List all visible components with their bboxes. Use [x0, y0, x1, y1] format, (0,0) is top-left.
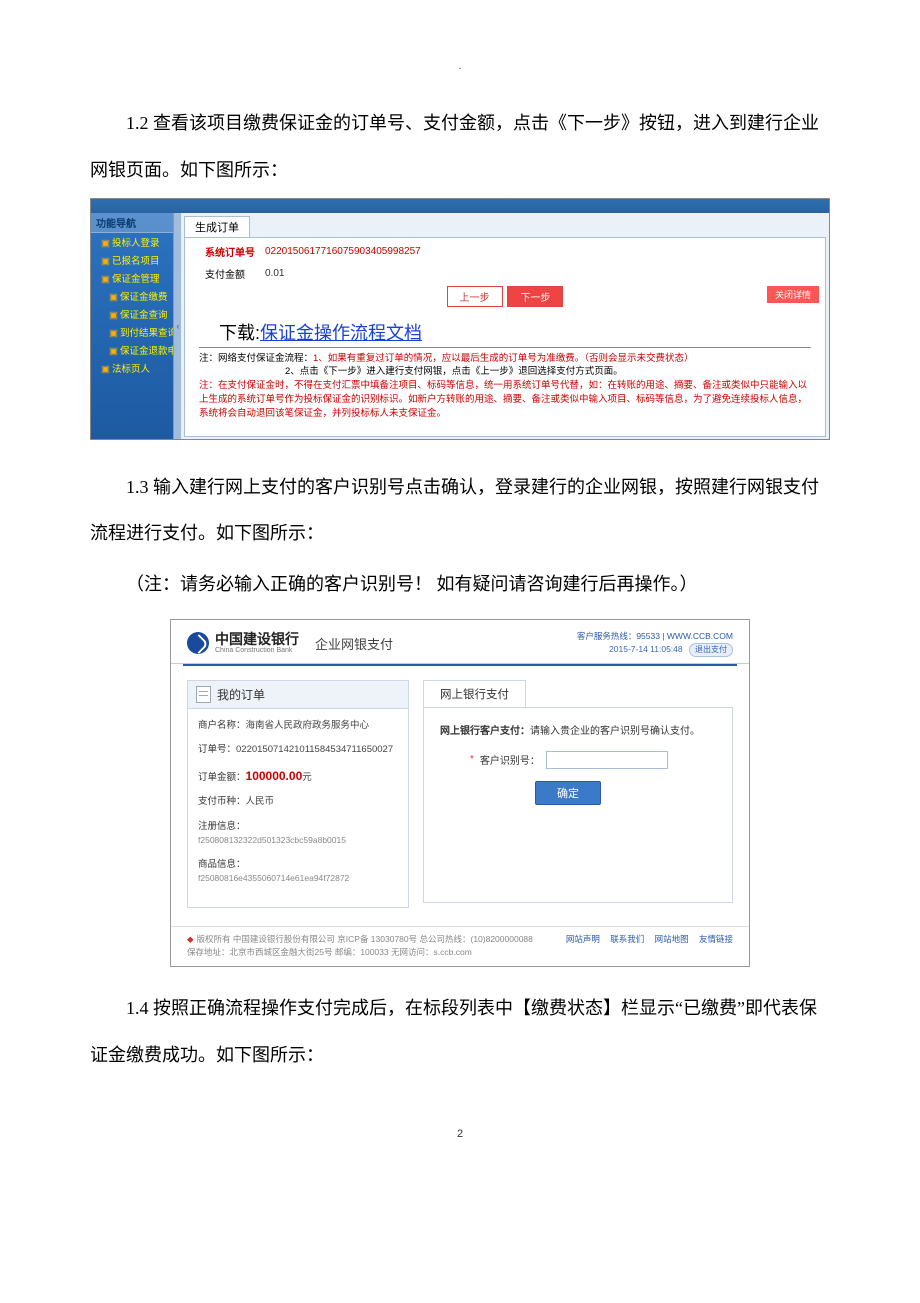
pay-instruction-bold: 网上银行客户支付：: [440, 726, 530, 737]
main-panel: 生成订单 系统订单号 0220150617716075903405998257 …: [181, 213, 829, 439]
warning-text: 注：网络支付保证金流程：1、如果有重复过订单的情况，应以最后生成的订单号为准缴费…: [185, 348, 825, 421]
footer-link[interactable]: 联系我们: [610, 934, 644, 944]
payment-form: 网上银行客户支付：请输入贵企业的客户识别号确认支付。 * 客户识别号： 确定: [423, 707, 733, 903]
order-number-value: 0220150617716075903405998257: [265, 246, 421, 257]
footer-link[interactable]: 网站声明: [566, 934, 600, 944]
sidebar-item[interactable]: ▣法标页人: [91, 359, 181, 377]
next-button[interactable]: 下一步: [507, 286, 563, 307]
bullet-icon: ▣: [101, 274, 110, 285]
screenshot-order-page: 功能导航 ▣投标人登录 ▣已报名项目 ▣保证金管理 ▣保证金缴费 ▣保证金查询 …: [90, 198, 830, 440]
pay-instruction-text: 请输入贵企业的客户识别号确认支付。: [530, 726, 700, 737]
order-number-label: 系统订单号: [205, 244, 265, 259]
ccb-logo-icon: [187, 632, 209, 654]
close-detail-button[interactable]: 关闭详情: [767, 286, 819, 303]
sidebar: 功能导航 ▣投标人登录 ▣已报名项目 ▣保证金管理 ▣保证金缴费 ▣保证金查询 …: [91, 213, 181, 439]
required-star-icon: *: [470, 754, 474, 765]
app-titlebar: [91, 199, 829, 213]
ccb-footer: ◆版权所有 中国建设银行股份有限公司 京ICP备 13030780号 总公司热线…: [171, 926, 749, 966]
customer-id-input[interactable]: [546, 751, 668, 769]
orderamount-unit: 元: [302, 772, 312, 783]
sidebar-item[interactable]: ▣已报名项目: [91, 251, 181, 269]
tab-generate-order[interactable]: 生成订单: [184, 216, 250, 237]
bullet-icon: ▣: [101, 364, 110, 375]
document-icon: [196, 686, 211, 703]
exit-payment-badge[interactable]: 退出支付: [689, 643, 733, 657]
datetime-text: 2015-7-14 11:05:48: [609, 644, 683, 654]
footer-address: 保存地址：北京市西城区金融大街25号 邮编：100033 无网访问：s.ccb.…: [187, 947, 472, 957]
ordernum-label: 订单号：: [198, 744, 236, 755]
sidebar-subitem[interactable]: ▣保证金查询: [91, 305, 181, 323]
my-order-panel: 我的订单 商户名称：海南省人民政府政务服务中心 订单号：022015071421…: [187, 680, 409, 908]
bullet-icon: ▣: [109, 292, 118, 303]
orderamount-label: 订单金额：: [198, 772, 246, 783]
footer-copyright: 版权所有 中国建设银行股份有限公司 京ICP备 13030780号 总公司热线：…: [197, 934, 533, 944]
customer-id-label: 客户识别号：: [480, 752, 540, 767]
hotline-text: 客户服务热线：95533 | WWW.CCB.COM: [577, 630, 733, 643]
bullet-icon: ▣: [109, 328, 118, 339]
amount-label: 支付金额: [205, 266, 265, 281]
sidebar-subitem[interactable]: ▣保证金缴费: [91, 287, 181, 305]
sidebar-heading: 功能导航: [91, 213, 181, 233]
header-dot: .: [90, 60, 830, 72]
footer-link[interactable]: 网站地图: [655, 934, 689, 944]
sidebar-item[interactable]: ▣投标人登录: [91, 233, 181, 251]
goods-label: 商品信息：: [198, 859, 246, 870]
download-link[interactable]: 保证金操作流程文档: [260, 323, 422, 343]
download-label: 下载:: [219, 323, 260, 343]
bullet-icon: ▣: [101, 238, 110, 249]
confirm-button[interactable]: 确定: [535, 781, 601, 805]
currency-value: 人民币: [246, 796, 275, 807]
paragraph-1-4: 1.4 按照正确流程操作支付完成后，在标段列表中【缴费状态】栏显示“已缴费”即代…: [90, 985, 830, 1079]
goods-value: f25080816e4355060714e61ea94f72872: [198, 873, 349, 883]
prev-button[interactable]: 上一步: [447, 286, 503, 307]
amount-value: 0.01: [265, 268, 284, 279]
bank-name: 中国建设银行: [215, 632, 299, 647]
sidebar-subitem[interactable]: ▣保证金退款申请: [91, 341, 181, 359]
ccb-header: 中国建设银行 China Construction Bank 企业网银支付 客户…: [171, 620, 749, 664]
download-row: 下载:保证金操作流程文档: [199, 313, 811, 348]
my-order-heading: 我的订单: [217, 686, 265, 703]
bullet-icon: ▣: [101, 256, 110, 267]
sidebar-item[interactable]: ▣保证金管理: [91, 269, 181, 287]
ordernum-value: 022015071421011584534711650027: [236, 744, 393, 755]
bank-name-en: China Construction Bank: [215, 647, 299, 654]
footer-links: 网站声明 联系我们 网站地图 友情链接: [558, 933, 733, 945]
remark-label: 注册信息：: [198, 821, 246, 832]
currency-label: 支付币种：: [198, 796, 246, 807]
paragraph-1-3: 1.3 输入建行网上支付的客户识别号点击确认，登录建行的企业网银，按照建行网银支…: [90, 464, 830, 558]
page-title: 企业网银支付: [315, 634, 393, 653]
page-number: 2: [90, 1128, 830, 1140]
remark-value: f250808132322d501323cbc59a8b0015: [198, 835, 346, 845]
merchant-label: 商户名称：: [198, 720, 246, 731]
screenshot-ccb-payment: 中国建设银行 China Construction Bank 企业网银支付 客户…: [170, 619, 750, 967]
sidebar-subitem[interactable]: ▣到付结果查询: [91, 323, 181, 341]
merchant-value: 海南省人民政府政务服务中心: [246, 720, 370, 731]
bullet-icon: ◆: [187, 934, 194, 944]
bullet-icon: ▣: [109, 346, 118, 357]
paragraph-1-2: 1.2 查看该项目缴费保证金的订单号、支付金额，点击《下一步》按钮，进入到建行企…: [90, 100, 830, 194]
orderamount-value: 100000.00: [246, 769, 303, 783]
footer-link[interactable]: 友情链接: [699, 934, 733, 944]
order-panel: 系统订单号 0220150617716075903405998257 支付金额 …: [184, 237, 826, 437]
bullet-icon: ▣: [109, 310, 118, 321]
tab-online-bank-pay[interactable]: 网上银行支付: [423, 680, 526, 707]
note-paragraph: （注：请务必输入正确的客户识别号！ 如有疑问请咨询建行后再操作。）: [90, 565, 830, 605]
